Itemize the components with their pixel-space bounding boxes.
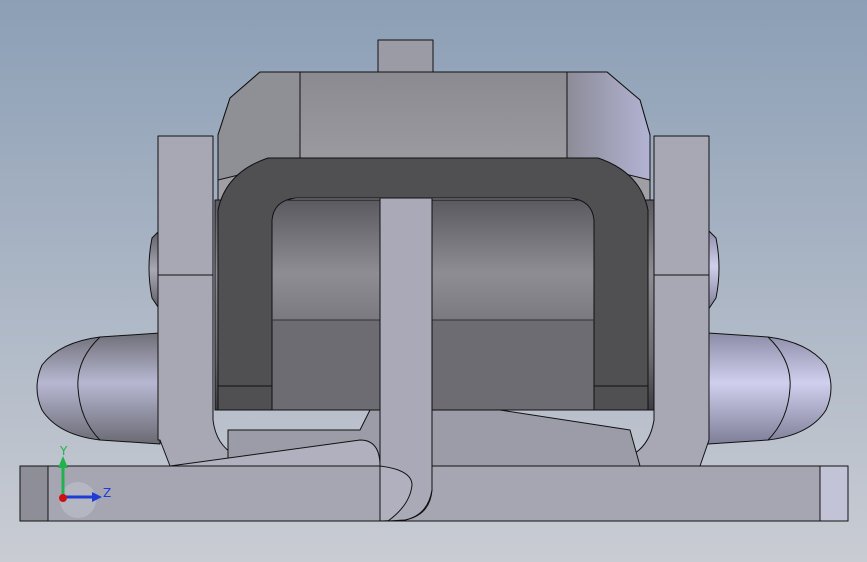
z-axis-label: Z <box>103 486 111 500</box>
3d-viewport[interactable]: Y Z <box>0 0 867 562</box>
base-plate-right-cap <box>819 465 849 522</box>
base-plate-left-cap <box>19 465 49 522</box>
y-axis-label: Y <box>59 444 68 458</box>
cylinder-bottom <box>271 319 595 411</box>
x-axis-dot <box>59 494 67 502</box>
base-plate[interactable] <box>19 465 849 522</box>
top-tab <box>377 39 434 73</box>
